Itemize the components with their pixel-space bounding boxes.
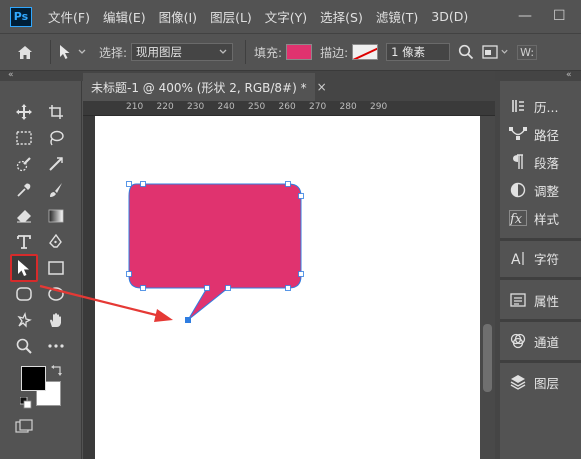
paths-icon xyxy=(508,124,528,144)
dock-item-channels[interactable]: 通道 xyxy=(500,327,581,355)
foreground-color-swatch[interactable] xyxy=(21,366,46,391)
dock-item-paths[interactable]: 路径 xyxy=(500,120,581,148)
layers-icon xyxy=(508,372,528,392)
svg-text:fx: fx xyxy=(509,212,523,226)
scrollbar-thumb[interactable] xyxy=(483,324,492,392)
dock-separator xyxy=(500,360,581,363)
properties-icon xyxy=(508,290,528,310)
dock-item-character[interactable]: A 字符 xyxy=(500,244,581,272)
styles-icon: fx xyxy=(508,208,528,228)
dock-separator xyxy=(500,319,581,322)
dock-separator xyxy=(500,277,581,280)
svg-text:A: A xyxy=(511,252,521,266)
vertical-scrollbar[interactable] xyxy=(480,116,495,459)
character-icon: A xyxy=(508,248,528,268)
dock-item-properties[interactable]: 属性 xyxy=(500,286,581,314)
dock-item-paragraph[interactable]: 段落 xyxy=(500,148,581,176)
dock-item-adjustments[interactable]: 调整 xyxy=(500,176,581,204)
adjustments-icon xyxy=(508,180,528,200)
dock-item-history[interactable]: 历... xyxy=(500,92,581,120)
channels-icon xyxy=(508,331,528,351)
dock-item-styles[interactable]: fx 样式 xyxy=(500,204,581,232)
dock-item-layers[interactable]: 图层 xyxy=(500,368,581,396)
panel-dock: 历... 路径 段落 调整 fx 样式 A 字符 属性 通道 图层 xyxy=(500,81,581,459)
paragraph-icon xyxy=(508,152,528,172)
dock-separator xyxy=(500,238,581,241)
history-icon xyxy=(508,96,528,116)
